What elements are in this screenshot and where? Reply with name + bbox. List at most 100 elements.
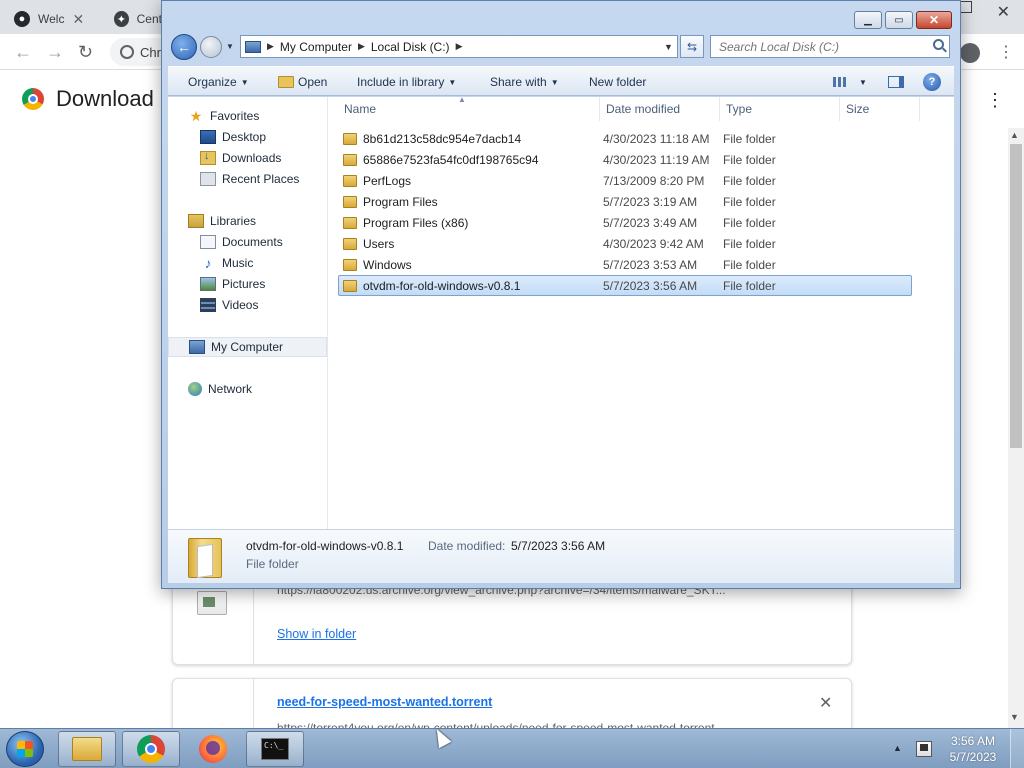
taskbar: C:\_ ▲ 3:56 AM 5/7/2023 <box>0 728 1024 768</box>
nav-downloads[interactable]: Downloads <box>168 148 327 168</box>
show-hidden-icons-icon[interactable]: ▲ <box>893 743 902 753</box>
nav-libraries[interactable]: Libraries <box>168 211 327 231</box>
nav-label: Downloads <box>222 151 282 165</box>
details-type: File folder <box>246 557 299 571</box>
include-in-library-button[interactable]: Include in library ▼ <box>357 67 456 97</box>
scrollbar-thumb[interactable] <box>1010 144 1022 448</box>
include-label: Include in library <box>357 75 445 89</box>
clock[interactable]: 3:56 AM 5/7/2023 <box>940 733 1006 765</box>
avatar[interactable] <box>960 43 980 63</box>
chevron-right-icon[interactable]: ▶ <box>456 41 463 52</box>
nav-favorites[interactable]: ★ Favorites <box>168 106 327 126</box>
refresh-button[interactable]: ⇆ <box>680 35 704 58</box>
computer-icon <box>245 40 261 53</box>
column-header-name[interactable]: Name ▲ <box>338 95 600 121</box>
file-row[interactable]: 8b61d213c58dc954e7dacb14 4/30/2023 11:18… <box>338 128 912 149</box>
more-vert-icon[interactable]: ⋮ <box>998 42 1014 62</box>
close-icon: ✕ <box>928 13 940 27</box>
help-button[interactable]: ? <box>923 73 941 91</box>
details-date: 5/7/2023 3:56 AM <box>511 539 606 553</box>
explorer-window: ▁ ▭ ✕ ← ▼ ▶ My Computer ▶ Local Disk (C:… <box>161 0 961 589</box>
folder-icon <box>343 217 357 229</box>
file-row[interactable]: Program Files 5/7/2023 3:19 AM File fold… <box>338 191 912 212</box>
breadcrumb-local-disk[interactable]: Local Disk (C:) <box>371 40 450 54</box>
folder-icon <box>343 196 357 208</box>
start-button[interactable] <box>6 731 44 767</box>
file-row-selected[interactable]: otvdm-for-old-windows-v0.8.1 5/7/2023 3:… <box>338 275 912 296</box>
file-row[interactable]: Program Files (x86) 5/7/2023 3:49 AM Fil… <box>338 212 912 233</box>
file-row[interactable]: Users 4/30/2023 9:42 AM File folder <box>338 233 912 254</box>
nav-my-computer[interactable]: My Computer <box>168 337 327 357</box>
file-icon <box>197 591 227 615</box>
breadcrumb-my-computer[interactable]: My Computer <box>280 40 352 54</box>
folder-icon <box>343 259 357 271</box>
chrome-tab-2[interactable]: ✦ Cent <box>100 4 162 34</box>
scroll-down-icon[interactable]: ▼ <box>1010 712 1019 722</box>
file-date: 5/7/2023 3:56 AM <box>603 278 698 293</box>
new-folder-button[interactable]: New folder <box>589 67 646 97</box>
sort-ascending-icon: ▲ <box>458 95 466 104</box>
taskbar-cmd[interactable]: C:\_ <box>246 731 304 767</box>
close-button[interactable]: ✕ <box>916 11 952 29</box>
minimize-icon: ▁ <box>864 14 872 26</box>
reload-icon[interactable]: ↻ <box>78 42 93 63</box>
address-bar[interactable]: ▶ My Computer ▶ Local Disk (C:) ▶ <box>240 35 678 58</box>
file-row[interactable]: 65886e7523fa54fc0df198765c94 4/30/2023 1… <box>338 149 912 170</box>
column-header-type[interactable]: Type <box>720 97 840 121</box>
search-icon[interactable] <box>933 39 944 50</box>
chevron-down-icon: ▼ <box>550 77 559 87</box>
file-row[interactable]: Windows 5/7/2023 3:53 AM File folder <box>338 254 912 275</box>
column-label: Size <box>846 102 870 116</box>
nav-network[interactable]: Network <box>168 379 327 399</box>
share-with-button[interactable]: Share with ▼ <box>490 67 559 97</box>
nav-desktop[interactable]: Desktop <box>168 127 327 147</box>
organize-button[interactable]: Organize ▼ <box>188 67 249 97</box>
taskbar-explorer[interactable] <box>58 731 116 767</box>
page-title: Download <box>56 86 154 111</box>
music-icon: ♪ <box>204 255 212 271</box>
preview-pane-button[interactable] <box>888 67 904 97</box>
chevron-right-icon[interactable]: ▶ <box>267 41 274 52</box>
show-in-folder-link[interactable]: Show in folder <box>277 627 356 641</box>
minimize-button[interactable]: ▁ <box>854 11 882 29</box>
open-label: Open <box>298 75 328 89</box>
taskbar-firefox[interactable] <box>184 731 242 767</box>
nav-videos[interactable]: Videos <box>168 295 327 315</box>
maximize-button[interactable]: ▭ <box>885 11 913 29</box>
folder-icon <box>72 737 102 761</box>
documents-icon <box>200 235 216 249</box>
windows-logo-icon <box>17 741 33 757</box>
change-view-button[interactable]: ▼ <box>833 67 867 97</box>
chrome-tab-1[interactable]: ● Welc ✕ <box>0 4 96 34</box>
nav-label: Videos <box>222 298 259 312</box>
chevron-right-icon[interactable]: ▶ <box>358 41 365 52</box>
nav-recent-places[interactable]: Recent Places <box>168 169 327 189</box>
scroll-up-icon[interactable]: ▲ <box>1010 130 1019 140</box>
taskbar-chrome[interactable] <box>122 731 180 767</box>
close-icon[interactable]: ✕ <box>997 2 1010 22</box>
file-row[interactable]: PerfLogs 7/13/2009 8:20 PM File folder <box>338 170 912 191</box>
show-desktop-button[interactable] <box>1010 729 1024 768</box>
nav-pictures[interactable]: Pictures <box>168 274 327 294</box>
action-center-icon[interactable] <box>916 741 932 757</box>
nav-music[interactable]: ♪ Music <box>168 253 327 273</box>
recent-pages-dropdown[interactable]: ▼ <box>226 42 234 51</box>
more-vert-icon[interactable]: ⋮ <box>986 90 1004 111</box>
search-input[interactable] <box>710 35 950 58</box>
forward-arrow-icon[interactable]: → <box>46 42 64 63</box>
column-header-size[interactable]: Size <box>840 97 920 121</box>
download-filename-link[interactable]: need-for-speed-most-wanted.torrent <box>277 695 492 709</box>
close-icon[interactable]: ✕ <box>72 11 84 28</box>
share-label: Share with <box>490 75 547 89</box>
back-arrow-icon[interactable]: ← <box>14 42 32 63</box>
nav-documents[interactable]: Documents <box>168 232 327 252</box>
close-icon[interactable]: ✕ <box>819 693 832 713</box>
file-name: 65886e7523fa54fc0df198765c94 <box>363 152 539 167</box>
forward-button[interactable] <box>200 36 222 58</box>
nav-label: Music <box>222 256 254 270</box>
details-pane: otvdm-for-old-windows-v0.8.1 Date modifi… <box>168 529 954 583</box>
back-button[interactable]: ← <box>171 34 197 60</box>
address-dropdown-icon[interactable]: ▼ <box>664 42 673 52</box>
open-button[interactable]: Open <box>278 67 327 97</box>
column-header-date[interactable]: Date modified <box>600 97 720 121</box>
